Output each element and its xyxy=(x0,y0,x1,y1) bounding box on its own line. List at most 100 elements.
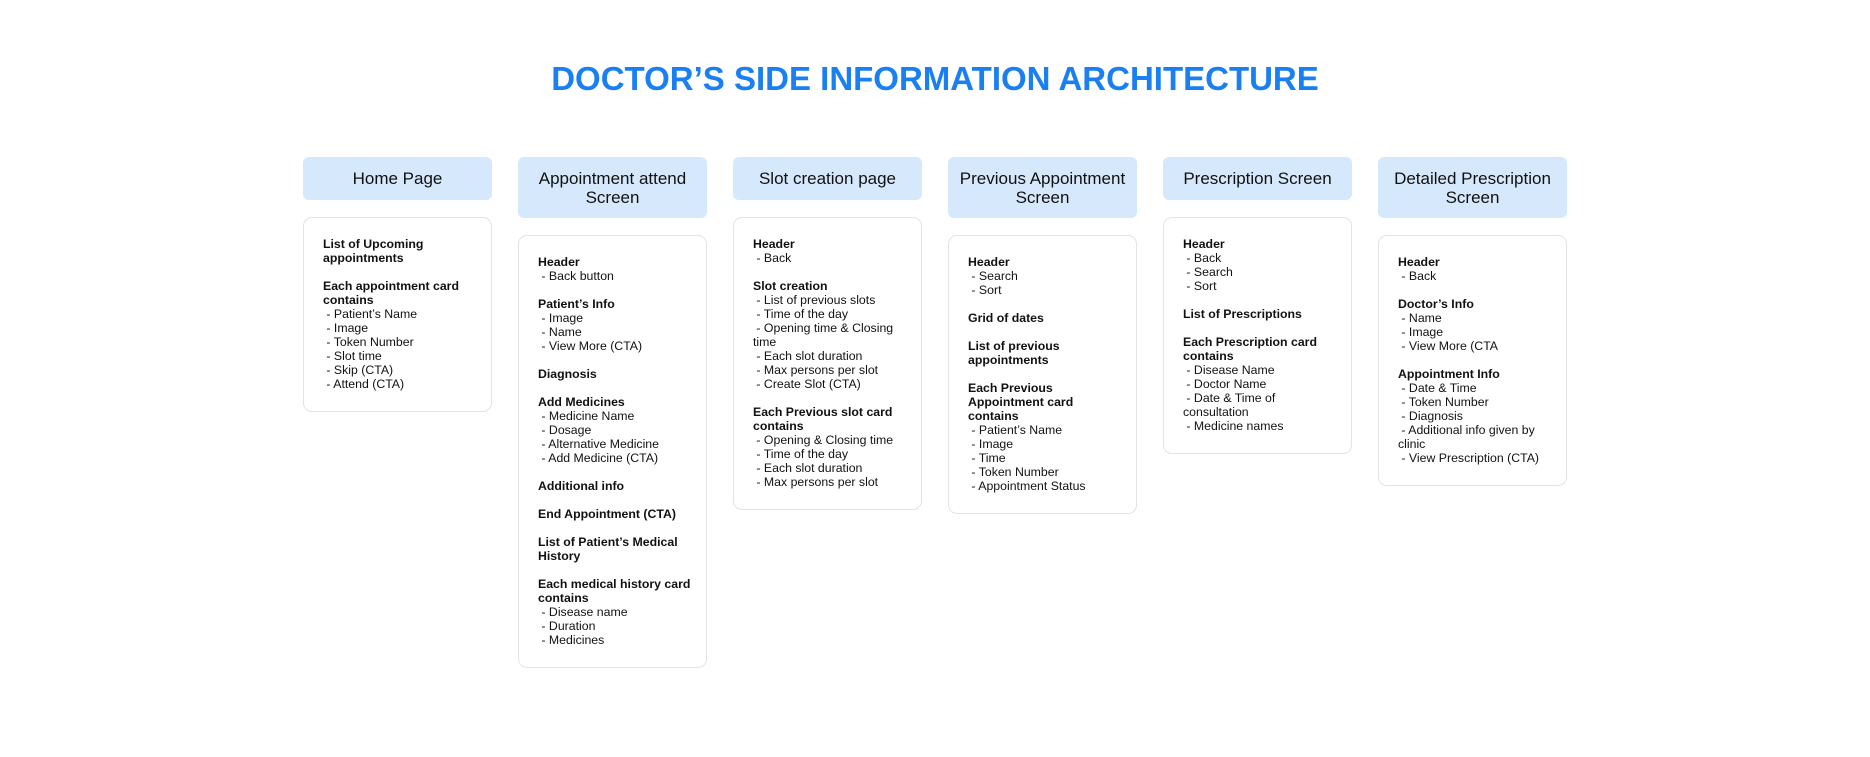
section-item: - Time of the day xyxy=(753,447,849,461)
screen-column-detailed-prescription-screen: Detailed Prescription Screen Header - Ba… xyxy=(1378,157,1567,668)
section-item: - Diagnosis xyxy=(1398,409,1463,423)
section: Header - Back xyxy=(1398,255,1554,283)
screen-header-detailed-prescription-screen: Detailed Prescription Screen xyxy=(1378,157,1567,218)
section-item: - View More (CTA) xyxy=(538,339,643,353)
section: Header - Back button xyxy=(538,255,694,283)
section: Add Medicines - Medicine Name - Dosage -… xyxy=(538,395,694,465)
section-title: Header xyxy=(1183,237,1225,251)
section-item: - Search xyxy=(1183,265,1233,279)
section-item: - Patient’s Name xyxy=(323,307,418,321)
section-title: List of previous appointments xyxy=(968,339,1060,367)
section-title: Each Prescription card contains xyxy=(1183,335,1317,363)
section: Additional info xyxy=(538,479,694,493)
section-item: - Patient’s Name xyxy=(968,423,1063,437)
section-item: - Add Medicine (CTA) xyxy=(538,451,659,465)
section-title: Additional info xyxy=(538,479,625,493)
screen-content-box: Header - Back - Search - Sort List of Pre… xyxy=(1163,217,1352,454)
section-item: - Time of the day xyxy=(753,307,849,321)
screen-column-previous-appointment-screen: Previous Appointment Screen Header - Sea… xyxy=(948,157,1137,668)
section-item: - Image xyxy=(968,437,1014,451)
section-item: - Max persons per slot xyxy=(753,363,879,377)
section-item: - List of previous slots xyxy=(753,293,876,307)
section-item: - Token Number xyxy=(968,465,1059,479)
section-item: - Each slot duration xyxy=(753,349,863,363)
section-item: - Back xyxy=(753,251,792,265)
section-item: - Date & Time xyxy=(1398,381,1477,395)
section-item: - View More (CTA xyxy=(1398,339,1498,353)
section: Doctor’s Info - Name - Image - View More… xyxy=(1398,297,1554,353)
screen-content-box: Header - Back Doctor’s Info - Name - Imag… xyxy=(1378,235,1567,486)
section-title: Each medical history card contains xyxy=(538,577,691,605)
screen-column-home-page: Home Page List of Upcoming appointments E… xyxy=(303,157,492,668)
section-item: - Time xyxy=(968,451,1006,465)
section-item: - Token Number xyxy=(1398,395,1489,409)
section: List of Upcoming appointments xyxy=(323,237,479,265)
screen-content-box: List of Upcoming appointments Each appoin… xyxy=(303,217,492,412)
section-title: Header xyxy=(753,237,795,251)
section-item: - Date & Time of consultation xyxy=(1183,391,1279,419)
screen-column-prescription-screen: Prescription Screen Header - Back - Sear… xyxy=(1163,157,1352,668)
section: End Appointment (CTA) xyxy=(538,507,694,521)
section: Header - Back xyxy=(753,237,909,265)
screen-header-previous-appointment-screen: Previous Appointment Screen xyxy=(948,157,1137,218)
section-title: List of Upcoming appointments xyxy=(323,237,424,265)
section-item: - Attend (CTA) xyxy=(323,377,405,391)
section-item: - Medicines xyxy=(538,633,605,647)
section: Slot creation - List of previous slots -… xyxy=(753,279,909,391)
section: Each Prescription card contains - Diseas… xyxy=(1183,335,1339,433)
section-title: End Appointment (CTA) xyxy=(538,507,676,521)
section-item: - Alternative Medicine xyxy=(538,437,659,451)
section-item: - Doctor Name xyxy=(1183,377,1267,391)
section-item: - Image xyxy=(323,321,369,335)
section-item: - Medicine Name xyxy=(538,409,635,423)
section-item: - Sort xyxy=(1183,279,1217,293)
section-title: Header xyxy=(968,255,1010,269)
screen-header-slot-creation-page: Slot creation page xyxy=(733,157,922,200)
section-item: - Name xyxy=(538,325,582,339)
section: Appointment Info - Date & Time - Token N… xyxy=(1398,367,1554,465)
section-item: - Opening & Closing time xyxy=(753,433,894,447)
section-item: - View Prescription (CTA) xyxy=(1398,451,1539,465)
section: Diagnosis xyxy=(538,367,694,381)
section-item: - Max persons per slot xyxy=(753,475,879,489)
section-item: - Opening time & Closing time xyxy=(753,321,897,349)
section-title: Patient’s Info xyxy=(538,297,615,311)
section-item: - Disease Name xyxy=(1183,363,1275,377)
section: Each appointment card contains - Patient… xyxy=(323,279,479,391)
section: Each Previous Appointment card contains … xyxy=(968,381,1124,493)
section-item: - Image xyxy=(538,311,584,325)
section-title: Each Previous Appointment card contains xyxy=(968,381,1074,423)
section-item: - Additional info given by clinic xyxy=(1398,423,1539,451)
section-item: - Search xyxy=(968,269,1018,283)
section-title: Header xyxy=(1398,255,1440,269)
section-title: Appointment Info xyxy=(1398,367,1500,381)
section-item: - Sort xyxy=(968,283,1002,297)
section: Header - Back - Search - Sort xyxy=(1183,237,1339,293)
section-item: - Duration xyxy=(538,619,596,633)
section: List of Patient’s Medical History xyxy=(538,535,694,563)
section: Grid of dates xyxy=(968,311,1124,325)
section-item: - Disease name xyxy=(538,605,628,619)
section: Each medical history card contains - Dis… xyxy=(538,577,694,647)
section-item: - Skip (CTA) xyxy=(323,363,394,377)
section-item: - Image xyxy=(1398,325,1444,339)
section: Patient’s Info - Image - Name - View Mor… xyxy=(538,297,694,353)
section-item: - Each slot duration xyxy=(753,461,863,475)
screen-header-home-page: Home Page xyxy=(303,157,492,200)
section-item: - Back button xyxy=(538,269,614,283)
section-title: Add Medicines xyxy=(538,395,625,409)
section-item: - Slot time xyxy=(323,349,382,363)
screen-column-appointment-attend-screen: Appointment attend Screen Header - Back … xyxy=(518,157,707,668)
section: List of previous appointments xyxy=(968,339,1124,367)
section-item: - Appointment Status xyxy=(968,479,1086,493)
section-item: - Name xyxy=(1398,311,1442,325)
screen-content-box: Header - Back Slot creation - List of pre… xyxy=(733,217,922,510)
section: Header - Search - Sort xyxy=(968,255,1124,297)
section-item: - Token Number xyxy=(323,335,414,349)
section-item: - Dosage xyxy=(538,423,592,437)
section-title: Slot creation xyxy=(753,279,828,293)
section-item: - Back xyxy=(1183,251,1222,265)
section: List of Prescriptions xyxy=(1183,307,1339,321)
section-title: Doctor’s Info xyxy=(1398,297,1474,311)
section-title: List of Prescriptions xyxy=(1183,307,1302,321)
